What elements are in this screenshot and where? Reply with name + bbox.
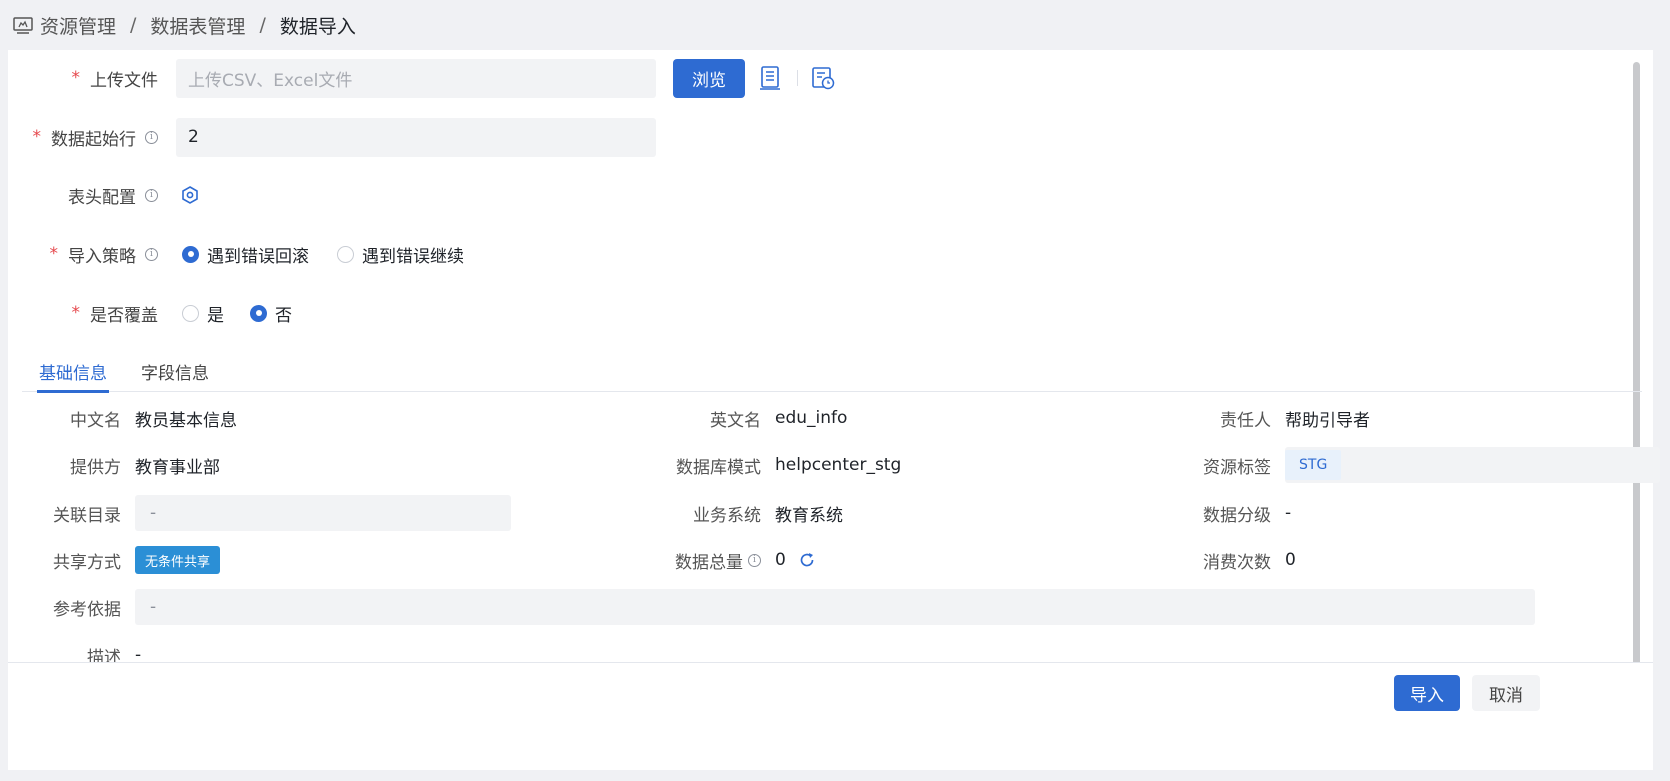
breadcrumb-item-table[interactable]: 数据表管理 bbox=[150, 12, 245, 39]
consume-value: 0 bbox=[1285, 550, 1296, 570]
strategy-continue-radio[interactable]: 遇到错误继续 bbox=[337, 242, 464, 267]
overwrite-no-radio[interactable]: 否 bbox=[250, 301, 292, 326]
info-icon[interactable]: i bbox=[145, 247, 158, 261]
monitor-icon bbox=[12, 14, 34, 36]
cn-name-value: 教员基本信息 bbox=[135, 410, 237, 431]
start-row-input[interactable]: 2 bbox=[176, 117, 656, 157]
info-row: 提供方 教育事业部 数据库模式 helpcenter_stg 资源标签 STG bbox=[8, 447, 1660, 483]
strategy-row: * 导入策略 i 遇到错误回滚 遇到错误继续 bbox=[8, 234, 492, 274]
history-icon[interactable] bbox=[810, 65, 836, 91]
tag-badge: STG bbox=[1285, 450, 1342, 480]
strategy-radio-group: 遇到错误回滚 遇到错误继续 bbox=[182, 242, 492, 267]
tabs: 基础信息 字段信息 bbox=[22, 350, 1642, 393]
document-icon[interactable] bbox=[757, 65, 783, 91]
breadcrumb-separator: / bbox=[130, 14, 137, 36]
reference-value: - bbox=[135, 589, 1535, 625]
info-row: 共享方式 无条件共享 数据总量 i 0 消费次数 0 bbox=[8, 542, 1638, 578]
tags-label: 资源标签 bbox=[1203, 457, 1271, 478]
footer: 导入 取消 bbox=[8, 662, 1653, 720]
total-value: 0 bbox=[775, 550, 786, 570]
catalog-label: 关联目录 bbox=[53, 505, 121, 526]
tab-basic-info[interactable]: 基础信息 bbox=[37, 350, 109, 393]
settings-icon[interactable] bbox=[180, 185, 200, 205]
header-config-label: 表头配置 i bbox=[8, 183, 170, 208]
start-row-row: * 数据起始行 i 2 bbox=[8, 117, 656, 157]
grade-label: 数据分级 bbox=[1203, 505, 1271, 526]
strategy-label: * 导入策略 i bbox=[8, 242, 170, 267]
provider-value: 教育事业部 bbox=[135, 457, 220, 478]
tab-field-info[interactable]: 字段信息 bbox=[141, 350, 209, 392]
upload-label: * 上传文件 bbox=[71, 68, 159, 91]
overwrite-radio-group: 是 否 bbox=[182, 301, 320, 326]
cancel-button[interactable]: 取消 bbox=[1472, 675, 1540, 711]
consume-label: 消费次数 bbox=[1203, 552, 1271, 573]
divider bbox=[797, 70, 798, 86]
start-row-label: * 数据起始行 i bbox=[8, 125, 170, 150]
reference-label: 参考依据 bbox=[53, 599, 121, 620]
provider-label: 提供方 bbox=[70, 457, 121, 478]
owner-label: 责任人 bbox=[1220, 410, 1271, 431]
info-row: 关联目录 - 业务系统 教育系统 数据分级 - bbox=[8, 495, 1638, 531]
biz-system-label: 业务系统 bbox=[693, 505, 761, 526]
en-name-value: edu_info bbox=[775, 408, 848, 428]
share-label: 共享方式 bbox=[53, 552, 121, 573]
schema-label: 数据库模式 bbox=[676, 457, 761, 478]
breadcrumb-item-resource[interactable]: 资源管理 bbox=[40, 12, 116, 39]
schema-value: helpcenter_stg bbox=[775, 455, 902, 475]
owner-value: 帮助引导者 bbox=[1285, 410, 1370, 431]
cn-name-label: 中文名 bbox=[70, 410, 121, 431]
refresh-icon[interactable] bbox=[798, 551, 816, 569]
overwrite-row: * 是否覆盖 是 否 bbox=[8, 293, 320, 333]
overwrite-yes-radio[interactable]: 是 bbox=[182, 301, 224, 326]
en-name-label: 英文名 bbox=[710, 410, 761, 431]
info-row: 中文名 教员基本信息 英文名 edu_info 责任人 帮助引导者 bbox=[8, 400, 1638, 436]
browse-button[interactable]: 浏览 bbox=[673, 58, 745, 98]
strategy-rollback-radio[interactable]: 遇到错误回滚 bbox=[182, 242, 309, 267]
info-icon[interactable]: i bbox=[145, 130, 158, 144]
upload-row: * 上传文件 上传CSV、Excel文件 浏览 bbox=[8, 58, 836, 98]
info-icon[interactable]: i bbox=[748, 553, 761, 567]
tags-box: STG bbox=[1285, 447, 1660, 483]
catalog-value: - bbox=[135, 495, 511, 531]
info-icon[interactable]: i bbox=[145, 188, 158, 202]
info-row: 参考依据 - bbox=[8, 589, 1638, 625]
overwrite-label: * 是否覆盖 bbox=[71, 303, 159, 326]
biz-system-value: 教育系统 bbox=[775, 505, 843, 526]
breadcrumb: 资源管理 / 数据表管理 / 数据导入 bbox=[12, 10, 356, 40]
import-panel: * 上传文件 上传CSV、Excel文件 浏览 * 数据起始行 i 2 表头配置 i *… bbox=[8, 50, 1660, 770]
total-label: 数据总量 i bbox=[515, 548, 775, 573]
breadcrumb-item-import: 数据导入 bbox=[279, 15, 356, 38]
breadcrumb-separator: / bbox=[259, 14, 266, 36]
header-config-row: 表头配置 i bbox=[8, 175, 200, 215]
upload-input[interactable]: 上传CSV、Excel文件 bbox=[176, 58, 656, 98]
share-badge: 无条件共享 bbox=[135, 546, 221, 574]
import-button[interactable]: 导入 bbox=[1394, 675, 1460, 711]
grade-value: - bbox=[1285, 503, 1292, 523]
